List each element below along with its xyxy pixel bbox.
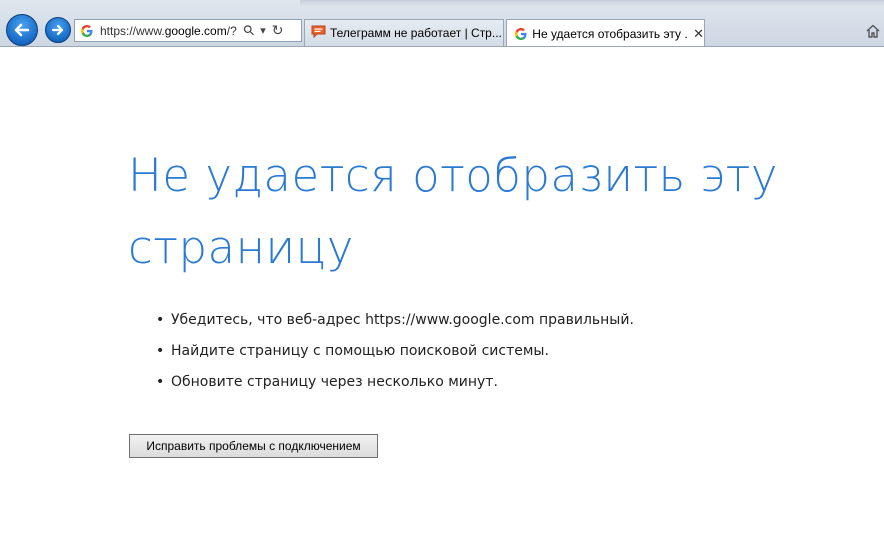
refresh-icon[interactable]: ↻ — [272, 22, 284, 39]
bullet: • — [156, 312, 165, 328]
close-icon[interactable]: ✕ — [693, 26, 704, 42]
bullet: • — [156, 374, 165, 390]
page-title: Не удается отобразить эту страницу — [128, 149, 779, 274]
tip-text: Убедитесь, что веб-адрес https://www.goo… — [171, 312, 634, 328]
forward-button[interactable] — [45, 17, 71, 43]
browser-toolbar: https://www.google.com/? ⚲ ▾ ↻ Телеграмм… — [0, 0, 884, 47]
fix-connection-button[interactable]: Исправить проблемы с подключением — [129, 434, 378, 458]
home-icon — [866, 24, 880, 38]
speech-bubble-icon — [311, 25, 326, 42]
home-button[interactable] — [864, 22, 882, 40]
list-item: • Обновите страницу через несколько минут… — [156, 368, 634, 399]
arrow-right-icon — [51, 24, 64, 36]
tab-telegram[interactable]: Телеграмм не работает | Стр... — [304, 19, 504, 46]
address-url[interactable]: https://www.google.com/? — [100, 24, 242, 38]
list-item: • Найдите страницу с помощью поисковой си… — [156, 337, 634, 368]
list-item: • Убедитесь, что веб-адрес https://www.go… — [156, 306, 634, 337]
google-g-icon — [79, 23, 95, 39]
search-icon[interactable]: ⚲ — [239, 21, 258, 40]
tab-error-page[interactable]: Не удается отобразить эту ... ✕ — [506, 19, 705, 46]
bullet: • — [156, 343, 165, 359]
arrow-left-icon — [14, 23, 30, 37]
google-g-icon — [513, 26, 528, 42]
tip-text: Обновите страницу через несколько минут. — [171, 374, 498, 390]
address-bar[interactable]: https://www.google.com/? ⚲ ▾ ↻ — [74, 19, 302, 42]
chevron-down-icon[interactable]: ▾ — [260, 24, 266, 37]
tab-title: Телеграмм не работает | Стр... — [330, 26, 502, 40]
troubleshooting-list: • Убедитесь, что веб-адрес https://www.go… — [156, 306, 634, 399]
back-button[interactable] — [6, 14, 38, 46]
window-titlebar-remnant — [300, 0, 884, 6]
tip-text: Найдите страницу с помощью поисковой сис… — [171, 343, 549, 359]
tab-title: Не удается отобразить эту ... — [532, 26, 688, 41]
